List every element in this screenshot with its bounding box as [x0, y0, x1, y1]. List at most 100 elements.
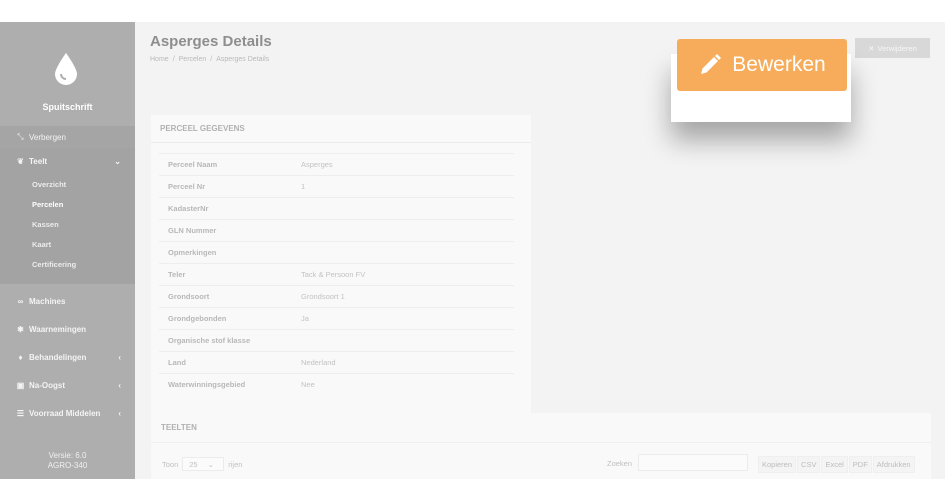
chevron-left-icon: ‹ [118, 380, 121, 390]
search-input[interactable] [638, 454, 748, 471]
sidebar: Spuitschrift ⤡ Verbergen ❦ Teelt ⌄ Overz… [0, 22, 135, 479]
field-label: Perceel Naam [168, 160, 218, 169]
sidebar-item-label: Na-Oogst [29, 380, 65, 390]
version-number: Versie: 6.0 [48, 451, 87, 460]
sidebar-item-na-oogst[interactable]: ▣ Na-Oogst ‹ [0, 372, 135, 398]
sidebar-item-label: Behandelingen [29, 352, 87, 362]
pencil-icon [701, 54, 722, 74]
pdf-button[interactable]: PDF [848, 456, 872, 473]
field-value: Tack & Persoon FV [301, 270, 366, 279]
sidebar-item-behandelingen[interactable]: ♦ Behandelingen ‹ [0, 344, 135, 370]
sidebar-subitem-overzicht[interactable]: Overzicht [0, 174, 135, 194]
export-buttons: Kopieren CSV Excel PDF Afdrukken [758, 456, 915, 473]
table-row: Grondsoort Grondsoort 1 [159, 285, 514, 307]
chevron-down-icon: ⌄ [114, 156, 121, 166]
collapse-icon: ⤡ [17, 132, 24, 141]
page-title: Asperges Details [150, 33, 272, 50]
sidebar-item-waarnemingen[interactable]: ✱ Waarnemingen [0, 316, 135, 342]
page-length-control: Toon 25 ⌄ rijen [162, 457, 242, 471]
close-icon: ✕ [868, 43, 875, 53]
sidebar-item-label: Teelt [29, 156, 48, 166]
field-label: Perceel Nr [168, 182, 206, 191]
sidebar-subitem-certificering[interactable]: Certificering [0, 254, 135, 274]
binoculars-icon: ∞ [17, 296, 24, 306]
delete-button[interactable]: ✕ Verwijderen [855, 38, 930, 58]
table-row: Opmerkingen [159, 241, 514, 263]
field-label: Teler [168, 270, 186, 279]
sidebar-item-voorraad-middelen[interactable]: ☰ Voorraad Middelen ‹ [0, 400, 135, 426]
sidebar-hide-label: Verbergen [29, 132, 66, 142]
page-length-value: 25 [189, 459, 198, 469]
app: Spuitschrift ⤡ Verbergen ❦ Teelt ⌄ Overz… [0, 22, 945, 479]
brand[interactable]: Spuitschrift [0, 22, 135, 126]
perceel-details-table: Perceel Naam Asperges Perceel Nr 1 Kadaste… [159, 153, 514, 395]
sidebar-item-label: Waarnemingen [29, 324, 87, 334]
teelten-card: TEELTEN Toon 25 ⌄ rijen Zoeken Kopieren … [151, 413, 931, 479]
flask-icon: ♦ [18, 352, 23, 362]
sidebar-subitem-kassen[interactable]: Kassen [0, 214, 135, 234]
field-value: Nee [301, 380, 315, 389]
sidebar-item-machines[interactable]: ∞ Machines [0, 288, 135, 314]
table-row: Perceel Nr 1 [159, 175, 514, 197]
version-code: AGRO-340 [47, 461, 88, 470]
field-label: GLN Nummer [168, 226, 217, 235]
field-label: Land [168, 358, 186, 367]
search-label: Zoeken [607, 459, 633, 468]
chevron-left-icon: ‹ [118, 408, 121, 418]
perceel-card: PERCEEL GEGEVENS Perceel Naam Asperges Pe… [151, 115, 531, 421]
print-button[interactable]: Afdrukken [872, 456, 915, 473]
table-row: Land Nederland [159, 351, 514, 373]
breadcrumb-current: Asperges Details [216, 56, 270, 63]
show-label: Toon [162, 459, 179, 469]
bug-icon: ✱ [17, 324, 24, 334]
table-row: GLN Nummer [159, 219, 514, 241]
field-label: Organische stof klasse [168, 336, 251, 345]
perceel-card-title: PERCEEL GEGEVENS [151, 115, 531, 143]
table-row: Organische stof klasse [159, 329, 514, 351]
edit-button-label: Bewerken [732, 53, 826, 76]
field-value: Asperges [301, 160, 333, 169]
delete-button-label: Verwijderen [877, 43, 917, 53]
edit-button[interactable]: Bewerken [677, 39, 847, 91]
field-value: Ja [301, 314, 309, 323]
sidebar-item-label: Voorraad Middelen [29, 408, 101, 418]
page-length-select[interactable]: 25 ⌄ [182, 457, 225, 471]
sidebar-toggle-hide[interactable]: ⤡ Verbergen [0, 126, 135, 148]
rows-label: rijen [228, 459, 243, 469]
field-value: 1 [301, 182, 306, 191]
breadcrumb: Home / Percelen / Asperges Details [150, 56, 269, 63]
teelten-card-title: TEELTEN [151, 413, 931, 443]
sidebar-subitem-percelen[interactable]: Percelen [0, 194, 135, 214]
breadcrumb-separator: / [210, 56, 213, 63]
sidebar-item-teelt[interactable]: ❦ Teelt ⌄ [0, 148, 135, 174]
table-row: Grondgebonden Ja [159, 307, 514, 329]
chevron-down-icon: ⌄ [207, 459, 214, 469]
table-row: Teler Tack & Persoon FV [159, 263, 514, 285]
field-label: Grondgebonden [168, 314, 227, 323]
breadcrumb-percelen[interactable]: Percelen [179, 56, 207, 63]
excel-button[interactable]: Excel [821, 456, 848, 473]
field-label: Waterwinningsgebied [168, 380, 246, 389]
breadcrumb-home[interactable]: Home [150, 56, 169, 63]
copy-button[interactable]: Kopieren [758, 456, 797, 473]
chevron-left-icon: ‹ [118, 352, 121, 362]
field-value: Nederland [301, 358, 336, 367]
droplet-icon [55, 53, 77, 85]
field-label: Opmerkingen [168, 248, 217, 257]
breadcrumb-separator: / [172, 56, 175, 63]
table-row: KadasterNr [159, 197, 514, 219]
field-value: Grondsoort 1 [301, 292, 345, 301]
sidebar-item-label: Machines [29, 296, 66, 306]
field-label: Grondsoort [168, 292, 210, 301]
leaf-icon: ❦ [17, 156, 24, 166]
archive-icon: ▣ [16, 380, 25, 390]
brand-name: Spuitschrift [42, 102, 93, 112]
field-label: KadasterNr [168, 204, 209, 213]
sidebar-group-teelt: ❦ Teelt ⌄ Overzicht Percelen Kassen Kaar… [0, 148, 135, 284]
csv-button[interactable]: CSV [797, 456, 821, 473]
list-icon: ☰ [16, 408, 25, 418]
sidebar-subitem-kaart[interactable]: Kaart [0, 234, 135, 254]
table-row: Perceel Naam Asperges [159, 153, 514, 175]
version-info: Versie: 6.0 AGRO-340 [0, 451, 135, 471]
table-row: Waterwinningsgebied Nee [159, 373, 514, 395]
